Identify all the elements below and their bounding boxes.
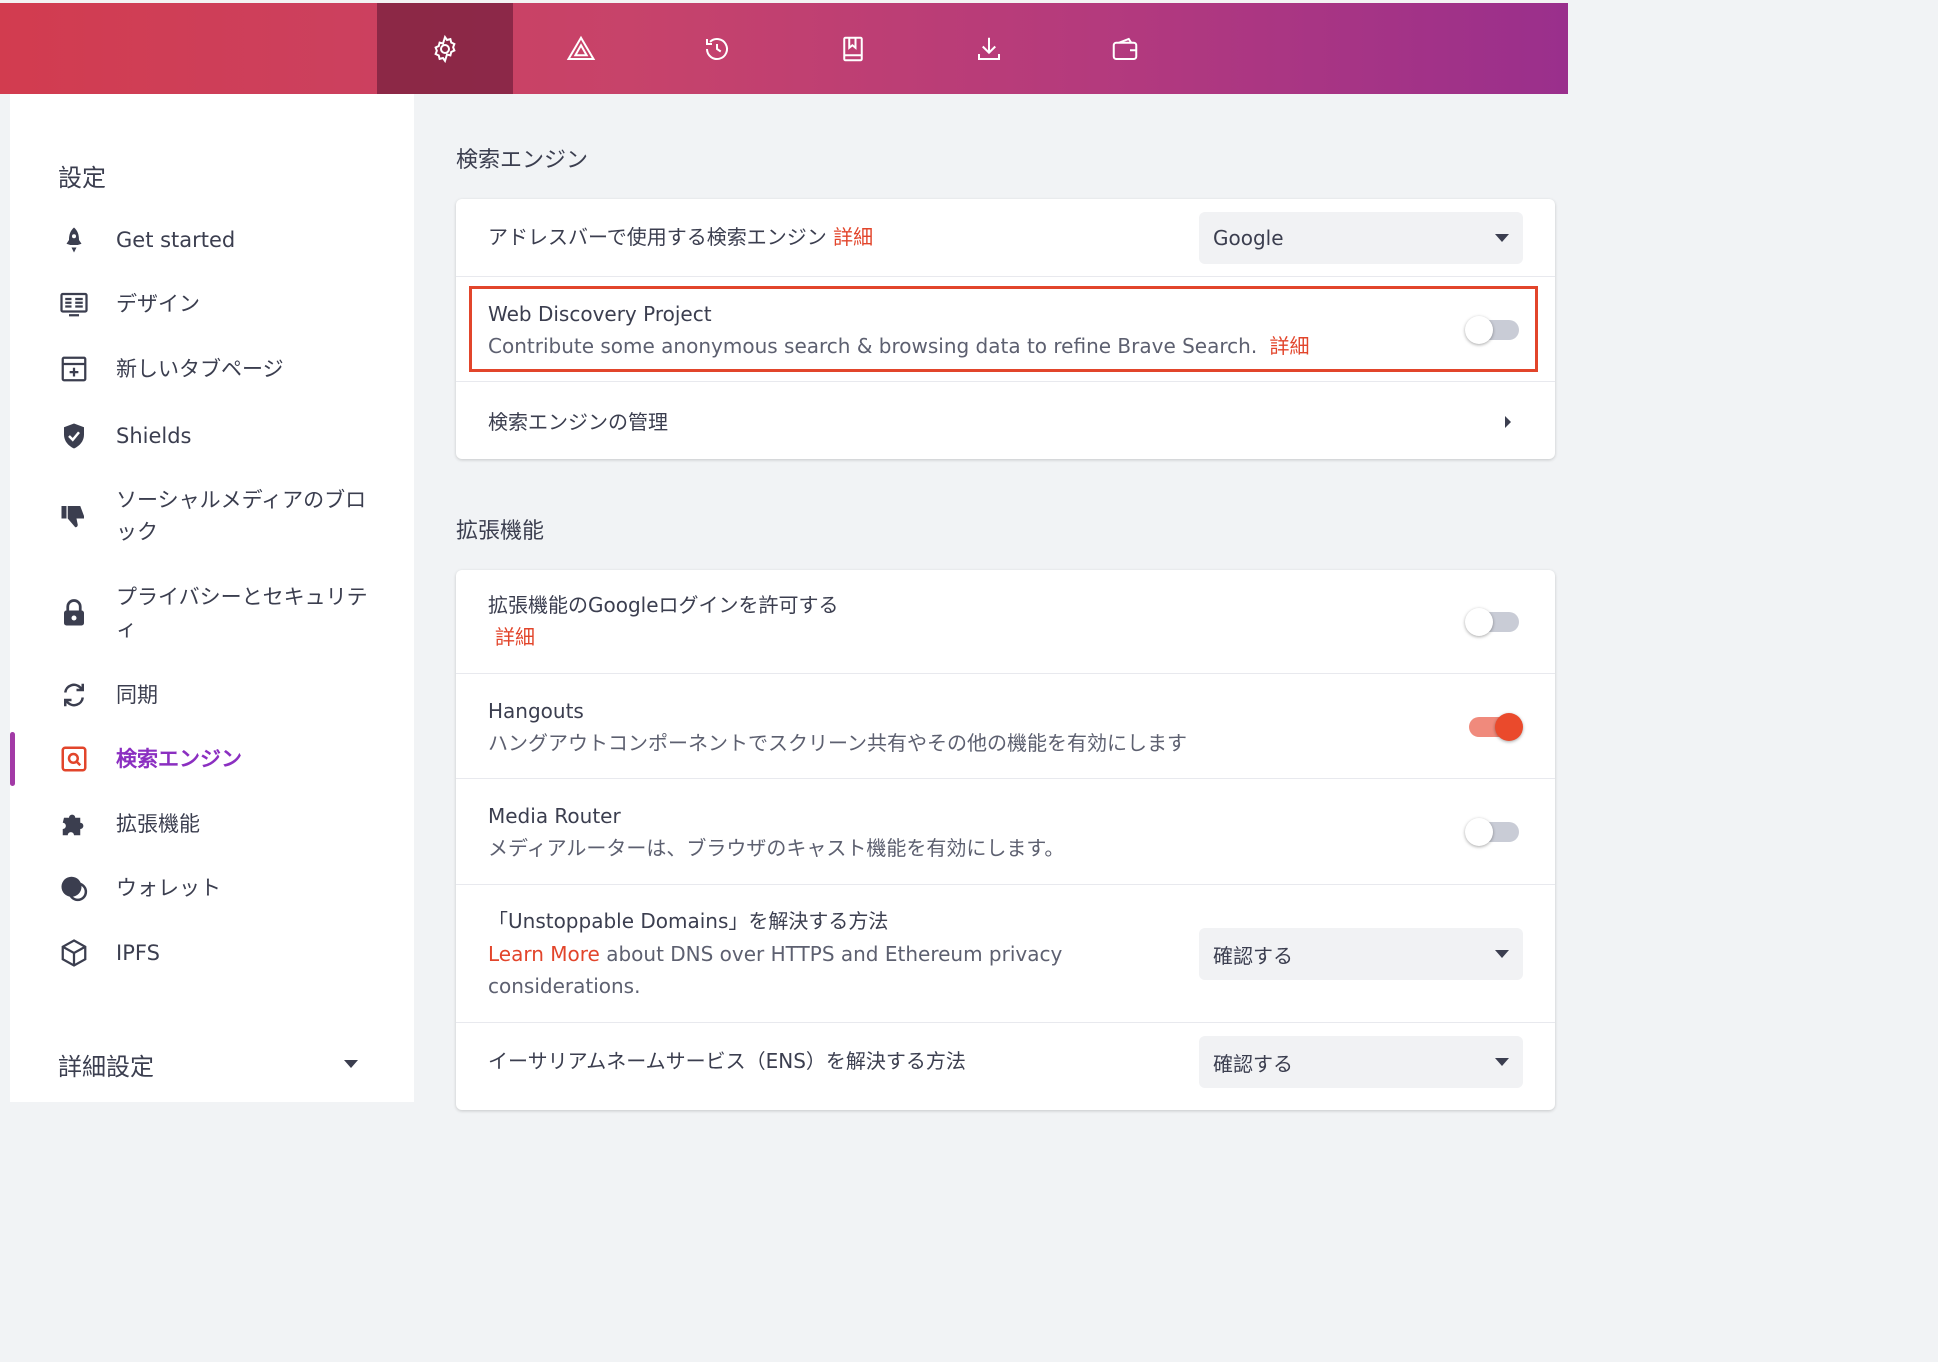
sidebar-item-wallet[interactable]: ウォレット	[10, 872, 414, 904]
sidebar-item-extensions[interactable]: 拡張機能	[10, 808, 414, 840]
media-router-subtitle: メディアルーターは、ブラウザのキャスト機能を有効にします。	[488, 836, 1065, 860]
address-bar-engine-row: アドレスバーで使用する検索エンジン 詳細 Google	[456, 199, 1555, 277]
search-engine-icon	[58, 743, 90, 775]
hangouts-subtitle: ハングアウトコンポーネントでスクリーン共有やその他の機能を有効にします	[488, 731, 1187, 755]
sidebar-item-ipfs[interactable]: IPFS	[10, 937, 414, 969]
sidebar-item-label: 新しいタブページ	[116, 357, 284, 381]
triangle-icon	[566, 35, 596, 60]
wallet-tab-button[interactable]	[1057, 3, 1193, 94]
cube-icon	[58, 937, 90, 969]
google-login-toggle[interactable]	[1465, 608, 1519, 636]
unstoppable-subtitle-line2: considerations.	[488, 974, 641, 998]
advanced-settings-toggle[interactable]: 詳細設定	[58, 1044, 358, 1084]
wallet-icon	[1112, 37, 1138, 60]
google-login-title: 拡張機能のGoogleログインを許可する	[488, 593, 839, 617]
web-discovery-learn-more-link[interactable]: 詳細	[1270, 334, 1310, 358]
unstoppable-domains-row: 「Unstoppable Domains」を解決する方法 Learn More …	[456, 885, 1555, 1023]
sidebar-item-sync[interactable]: 同期	[10, 679, 414, 711]
settings-sidebar: 設定 Get started デザイン 新しいタブページ Shields ソーシ…	[10, 94, 414, 1102]
hangouts-toggle[interactable]	[1469, 713, 1523, 741]
appearance-icon	[58, 288, 90, 320]
downloads-tab-button[interactable]	[921, 3, 1057, 94]
sidebar-item-label: 検索エンジン	[116, 747, 242, 771]
manage-search-engines-row[interactable]: 検索エンジンの管理	[456, 382, 1555, 459]
download-icon	[978, 37, 1000, 60]
bookmark-icon	[843, 36, 863, 61]
manage-search-engines-label: 検索エンジンの管理	[488, 410, 668, 434]
search-engine-selected: Google	[1213, 226, 1284, 250]
sidebar-title: 設定	[58, 164, 106, 192]
hangouts-title: Hangouts	[488, 699, 584, 723]
ens-select[interactable]: 確認する	[1199, 1036, 1523, 1088]
top-toolbar	[0, 0, 1568, 94]
web-discovery-toggle[interactable]	[1465, 316, 1519, 344]
sidebar-item-label: 同期	[116, 683, 158, 707]
lock-icon	[58, 597, 90, 629]
google-login-learn-more-link[interactable]: 詳細	[495, 625, 535, 649]
new-tab-icon	[58, 353, 90, 385]
ens-selected: 確認する	[1213, 1051, 1293, 1076]
chevron-down-icon	[1495, 234, 1509, 242]
sidebar-item-label: ウォレット	[116, 876, 221, 900]
sidebar-item-search-engine[interactable]: 検索エンジン	[10, 743, 414, 775]
sidebar-item-new-tab[interactable]: 新しいタブページ	[10, 353, 414, 385]
sidebar-item-label: 拡張機能	[116, 812, 200, 836]
settings-tab-button[interactable]	[377, 3, 513, 94]
sidebar-item-label: Get started	[116, 228, 236, 252]
sidebar-item-get-started[interactable]: Get started	[10, 224, 414, 256]
thumbs-down-icon	[58, 500, 90, 532]
google-login-row: 拡張機能のGoogleログインを許可する 詳細	[456, 570, 1555, 674]
media-router-toggle[interactable]	[1465, 818, 1519, 846]
shield-icon	[58, 420, 90, 452]
chevron-down-icon	[344, 1060, 358, 1068]
web-discovery-title: Web Discovery Project	[488, 302, 712, 326]
extensions-section-title: 拡張機能	[456, 519, 545, 544]
chevron-right-icon	[1505, 416, 1511, 428]
chevron-down-icon	[1495, 950, 1509, 958]
bookmarks-tab-button[interactable]	[785, 3, 921, 94]
search-engine-section-title: 検索エンジン	[456, 148, 589, 173]
puzzle-icon	[58, 808, 90, 840]
gear-icon	[434, 34, 456, 63]
ens-title: イーサリアムネームサービス（ENS）を解決する方法	[488, 1049, 966, 1073]
rocket-icon	[58, 224, 90, 256]
sidebar-item-label: プライバシーとセキュリティ	[116, 585, 368, 641]
address-bar-learn-more-link[interactable]: 詳細	[833, 225, 873, 249]
search-engine-select[interactable]: Google	[1199, 212, 1523, 264]
history-icon	[706, 37, 728, 60]
media-router-title: Media Router	[488, 804, 621, 828]
sync-icon	[58, 679, 90, 711]
sidebar-item-label: Shields	[116, 424, 192, 448]
unstoppable-domains-select[interactable]: 確認する	[1199, 928, 1523, 980]
wallet-icon	[58, 872, 90, 904]
sidebar-item-shields[interactable]: Shields	[10, 420, 414, 452]
sidebar-item-privacy[interactable]: プライバシーとセキュリティ	[10, 581, 414, 645]
hangouts-row: Hangouts ハングアウトコンポーネントでスクリーン共有やその他の機能を有効…	[456, 674, 1555, 779]
media-router-row: Media Router メディアルーターは、ブラウザのキャスト機能を有効にしま…	[456, 779, 1555, 885]
ens-row: イーサリアムネームサービス（ENS）を解決する方法 確認する	[456, 1023, 1555, 1110]
unstoppable-domains-title: 「Unstoppable Domains」を解決する方法	[488, 909, 889, 933]
web-discovery-subtitle: Contribute some anonymous search & brows…	[488, 334, 1258, 358]
history-tab-button[interactable]	[649, 3, 785, 94]
sidebar-item-label: IPFS	[116, 941, 160, 965]
unstoppable-subtitle-line1: about DNS over HTTPS and Ethereum privac…	[599, 942, 1063, 966]
sidebar-item-social-blocking[interactable]: ソーシャルメディアのブロック	[10, 484, 414, 548]
sidebar-item-label: ソーシャルメディアのブロック	[116, 488, 367, 544]
extensions-card: 拡張機能のGoogleログインを許可する 詳細 Hangouts ハングアウトコ…	[456, 570, 1555, 1110]
web-discovery-row: Web Discovery Project Contribute some an…	[456, 277, 1555, 382]
chevron-down-icon	[1495, 1058, 1509, 1066]
unstoppable-selected: 確認する	[1213, 943, 1293, 968]
unstoppable-learn-more-link[interactable]: Learn More	[488, 942, 600, 966]
rewards-tab-button[interactable]	[513, 3, 649, 94]
advanced-settings-label: 詳細設定	[58, 1052, 154, 1081]
sidebar-item-design[interactable]: デザイン	[10, 288, 414, 320]
sidebar-item-label: デザイン	[116, 292, 200, 316]
address-bar-engine-label: アドレスバーで使用する検索エンジン	[488, 225, 827, 249]
search-engine-card: アドレスバーで使用する検索エンジン 詳細 Google Web Discover…	[456, 199, 1555, 459]
